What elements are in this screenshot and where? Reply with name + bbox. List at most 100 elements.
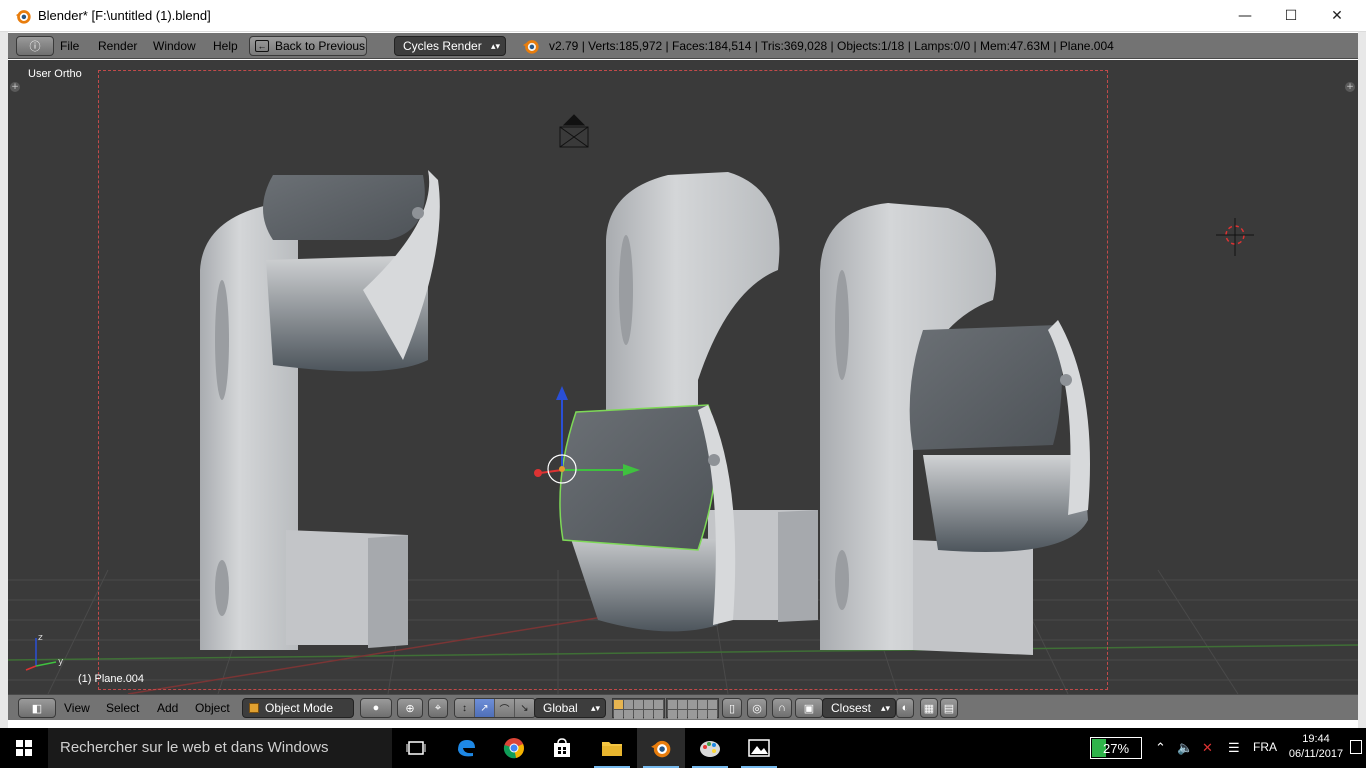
taskbar-app-photos[interactable] bbox=[735, 728, 783, 768]
pivot-icon: ⊕ bbox=[405, 702, 415, 715]
axis-widget: z y bbox=[25, 633, 64, 671]
3d-viewport[interactable]: z y + + User Ortho (1) Plane.004 bbox=[8, 60, 1358, 694]
layer-cell[interactable] bbox=[678, 700, 687, 709]
magnet-icon: ∩ bbox=[778, 702, 786, 714]
layer-cell[interactable] bbox=[614, 710, 623, 719]
render-engine-select[interactable]: Cycles Render ▴▾ bbox=[394, 36, 506, 56]
orientation-select[interactable]: Global ▴▾ bbox=[534, 698, 606, 718]
menu-add[interactable]: Add bbox=[157, 701, 178, 715]
battery-indicator[interactable]: 27% bbox=[1090, 737, 1142, 759]
view-name-label: User Ortho bbox=[28, 68, 82, 80]
menu-help[interactable]: Help bbox=[213, 39, 238, 53]
layer-cell[interactable] bbox=[708, 700, 717, 709]
taskbar-app-file-explorer[interactable] bbox=[588, 728, 636, 768]
paint-palette-icon bbox=[700, 741, 720, 757]
snap-target-select[interactable]: Closest ▴▾ bbox=[822, 698, 896, 718]
layer-cell[interactable] bbox=[708, 710, 717, 719]
layer-cell[interactable] bbox=[688, 700, 697, 709]
layer-cell[interactable] bbox=[678, 710, 687, 719]
taskbar-app-store[interactable] bbox=[538, 728, 586, 768]
layers-grid-a[interactable] bbox=[612, 698, 665, 719]
viewport-corner-plus-icon[interactable]: + bbox=[10, 82, 20, 92]
menu-window[interactable]: Window bbox=[153, 39, 196, 53]
language-indicator[interactable]: FRA bbox=[1253, 740, 1277, 754]
network-icon[interactable]: ✕ bbox=[1202, 740, 1213, 756]
snap-toggle[interactable]: ∩ bbox=[772, 698, 792, 718]
taskbar-app-edge[interactable] bbox=[442, 728, 490, 768]
viewport-shading-button[interactable]: ● bbox=[360, 698, 392, 718]
align-rotation-button[interactable]: ◐ bbox=[896, 698, 914, 718]
layer-cell[interactable] bbox=[614, 700, 623, 709]
viewport-corner-plus-icon[interactable]: + bbox=[1345, 82, 1355, 92]
layer-cell[interactable] bbox=[634, 710, 643, 719]
layer-cell[interactable] bbox=[624, 700, 633, 709]
menu-view[interactable]: View bbox=[64, 701, 90, 715]
folder-icon bbox=[602, 742, 622, 756]
arc-icon[interactable]: ⌒ bbox=[495, 699, 515, 717]
taskbar-app-chrome[interactable] bbox=[490, 728, 538, 768]
window-right-edge bbox=[1358, 32, 1366, 728]
chevron-up-icon[interactable]: ⌃ bbox=[1155, 740, 1166, 756]
info-icon: ⓘ bbox=[29, 41, 41, 53]
layer-cell[interactable] bbox=[668, 700, 677, 709]
clock[interactable]: 19:44 06/11/2017 bbox=[1286, 732, 1346, 762]
layer-cell[interactable] bbox=[654, 700, 663, 709]
layer-cell[interactable] bbox=[634, 700, 643, 709]
maximize-button[interactable]: ☐ bbox=[1268, 0, 1314, 32]
3d-view-header: ◧ View Select Add Object Object Mode ● ⊕… bbox=[8, 694, 1358, 720]
back-to-previous-label: Back to Previous bbox=[275, 39, 366, 53]
chrome-icon bbox=[503, 738, 524, 759]
minimize-button[interactable]: — bbox=[1222, 0, 1268, 32]
snap-element-select[interactable]: ▣ bbox=[795, 698, 823, 718]
layer-cell[interactable] bbox=[624, 710, 633, 719]
layer-cell[interactable] bbox=[644, 710, 653, 719]
rotate-icon[interactable]: ↗ bbox=[475, 699, 495, 717]
task-view-button[interactable] bbox=[392, 728, 440, 768]
taskbar-search-box[interactable]: Rechercher sur le web et dans Windows bbox=[48, 728, 392, 768]
updown-arrows-icon: ▴▾ bbox=[880, 703, 890, 713]
solid-shading-icon: ● bbox=[372, 702, 380, 714]
updown-arrows-icon: ▴▾ bbox=[590, 703, 600, 713]
keyboard-icon[interactable]: ☰ bbox=[1228, 740, 1240, 756]
editor-type-button[interactable]: ⓘ bbox=[16, 36, 54, 56]
render-animation-button[interactable]: ▤ bbox=[940, 698, 958, 718]
windows-logo-icon bbox=[16, 740, 32, 756]
editor-type-button[interactable]: ◧ bbox=[18, 698, 56, 718]
back-to-previous-button[interactable]: ← Back to Previous bbox=[249, 36, 367, 56]
pivot-point-button[interactable]: ⊕ bbox=[397, 698, 423, 718]
layer-cell[interactable] bbox=[668, 710, 677, 719]
menu-render[interactable]: Render bbox=[98, 39, 137, 53]
volume-icon[interactable]: 🔈 bbox=[1177, 740, 1193, 756]
menu-select[interactable]: Select bbox=[106, 701, 139, 715]
layers-grid-b[interactable] bbox=[666, 698, 719, 719]
mode-value: Object Mode bbox=[265, 701, 334, 715]
manipulator-toggle[interactable]: ⌖ bbox=[428, 698, 448, 718]
layer-cell[interactable] bbox=[698, 700, 707, 709]
notification-center-icon[interactable] bbox=[1350, 740, 1362, 754]
layer-cell[interactable] bbox=[644, 700, 653, 709]
battery-percent: 27% bbox=[1102, 740, 1130, 756]
render-opengl-button[interactable]: ▦ bbox=[920, 698, 938, 718]
layer-cell[interactable] bbox=[688, 710, 697, 719]
layer-cell[interactable] bbox=[698, 710, 707, 719]
menu-file[interactable]: File bbox=[60, 39, 79, 53]
mode-select[interactable]: Object Mode bbox=[242, 698, 354, 718]
layer-cell[interactable] bbox=[654, 710, 663, 719]
photos-icon bbox=[748, 739, 770, 757]
close-button[interactable]: ✕ bbox=[1314, 0, 1360, 32]
proportional-edit-button[interactable]: ◎ bbox=[747, 698, 767, 718]
3d-cursor bbox=[1216, 218, 1254, 256]
layer-lock-button[interactable]: ▯ bbox=[722, 698, 742, 718]
edge-icon bbox=[458, 740, 475, 757]
render-engine-value: Cycles Render bbox=[403, 39, 482, 53]
taskbar-app-paint[interactable] bbox=[686, 728, 734, 768]
manipulator-types: ↕ ↗ ⌒ ↘ bbox=[454, 698, 536, 718]
svg-text:y: y bbox=[58, 657, 64, 667]
translate-icon[interactable]: ↕ bbox=[455, 699, 475, 717]
start-button[interactable] bbox=[0, 728, 48, 768]
menu-object[interactable]: Object bbox=[195, 701, 230, 715]
scale-icon[interactable]: ↘ bbox=[515, 699, 535, 717]
window-left-edge bbox=[0, 32, 8, 728]
taskbar-app-blender[interactable] bbox=[637, 728, 685, 768]
3d-view-icon: ◧ bbox=[31, 702, 43, 715]
